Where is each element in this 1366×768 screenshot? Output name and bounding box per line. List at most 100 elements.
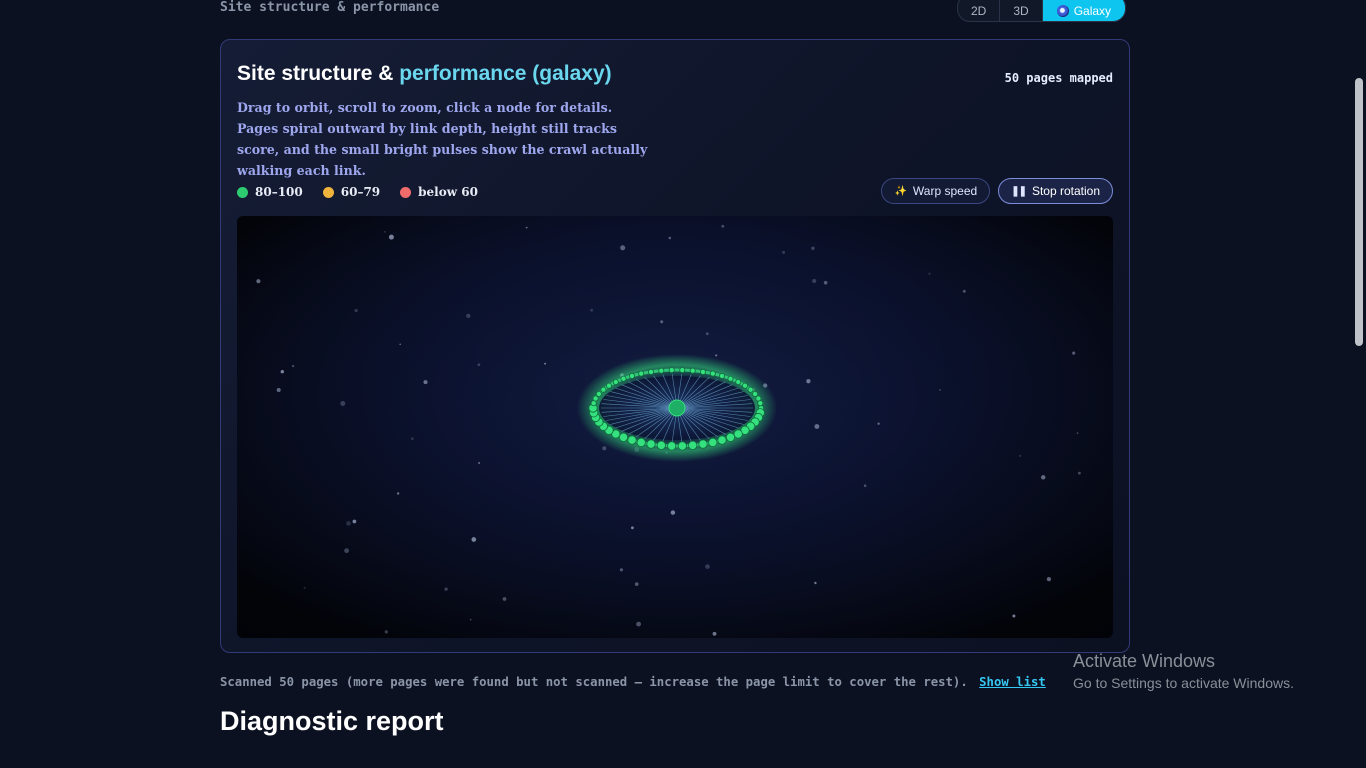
- star: [352, 519, 357, 524]
- star: [877, 422, 880, 425]
- legend-label-high: 80–100: [255, 185, 303, 199]
- legend-item-high: 80–100: [237, 185, 303, 199]
- star: [705, 332, 709, 336]
- star: [928, 272, 931, 275]
- scrollbar-thumb[interactable]: [1355, 78, 1363, 346]
- page-node[interactable]: [592, 395, 599, 402]
- page-node[interactable]: [620, 375, 627, 382]
- star: [602, 446, 607, 451]
- page-node[interactable]: [647, 368, 654, 375]
- view-galaxy-label: Galaxy: [1073, 3, 1112, 18]
- page-node[interactable]: [752, 390, 759, 397]
- star: [466, 313, 471, 319]
- page-node[interactable]: [727, 375, 734, 382]
- page-node[interactable]: [698, 439, 708, 449]
- page-node[interactable]: [708, 437, 718, 447]
- site-structure-card: Site structure & performance (galaxy) 50…: [220, 39, 1130, 653]
- star: [715, 354, 718, 357]
- page-node[interactable]: [595, 390, 602, 397]
- root-page-node[interactable]: [668, 399, 686, 417]
- galaxy-canvas[interactable]: [237, 216, 1113, 638]
- star: [630, 526, 634, 530]
- view-2d-button[interactable]: 2D: [958, 0, 1001, 21]
- star: [399, 343, 402, 346]
- legend-dot-green: [237, 186, 248, 198]
- page-node[interactable]: [628, 372, 635, 379]
- view-mode-toggle: 2D 3D Galaxy: [957, 0, 1127, 22]
- page-node[interactable]: [667, 441, 677, 451]
- star: [705, 564, 710, 569]
- galaxy-controls: ✨ Warp speed ❚❚ Stop rotation: [881, 178, 1113, 204]
- star: [383, 230, 386, 233]
- legend-dot-red: [400, 186, 412, 198]
- activate-windows-watermark: Activate Windows Go to Settings to activ…: [1073, 651, 1294, 691]
- page-node[interactable]: [699, 368, 706, 375]
- star: [410, 437, 414, 441]
- page-node[interactable]: [725, 432, 736, 442]
- scan-note-text: Scanned 50 pages (more pages were found …: [220, 675, 968, 689]
- star: [811, 246, 815, 250]
- score-legend: 80–100 60–79 below 60: [237, 185, 478, 199]
- page-node[interactable]: [612, 378, 619, 385]
- view-galaxy-button[interactable]: Galaxy: [1042, 0, 1126, 21]
- page-node[interactable]: [718, 372, 725, 379]
- star: [660, 320, 664, 324]
- card-title: Site structure & performance (galaxy): [237, 62, 612, 86]
- page-node[interactable]: [618, 432, 629, 442]
- star: [423, 380, 428, 385]
- page-node[interactable]: [688, 440, 698, 450]
- star: [444, 587, 448, 591]
- star: [502, 597, 507, 601]
- page-node[interactable]: [679, 367, 686, 374]
- scan-note: Scanned 50 pages (more pages were found …: [220, 675, 1046, 689]
- galaxy-cluster[interactable]: [577, 354, 777, 462]
- page-node[interactable]: [658, 367, 665, 374]
- star: [469, 618, 472, 621]
- view-3d-button[interactable]: 3D: [1000, 0, 1043, 21]
- star: [1012, 614, 1016, 618]
- page-node[interactable]: [668, 367, 675, 374]
- page-node[interactable]: [735, 378, 742, 385]
- page-node[interactable]: [627, 435, 637, 445]
- page-node[interactable]: [741, 382, 748, 389]
- page-node[interactable]: [747, 386, 754, 393]
- page-node[interactable]: [757, 400, 764, 407]
- star: [812, 278, 817, 284]
- page-node[interactable]: [656, 440, 666, 450]
- card-description: Drag to orbit, scroll to zoom, click a n…: [237, 100, 648, 178]
- page-scrollbar[interactable]: [1352, 0, 1366, 768]
- legend-dot-amber: [322, 186, 334, 198]
- warp-speed-button[interactable]: ✨ Warp speed: [881, 178, 991, 204]
- show-list-link[interactable]: Show list: [979, 675, 1046, 689]
- star: [939, 388, 942, 391]
- star: [863, 484, 867, 487]
- legend-item-low: below 60: [400, 185, 478, 199]
- page-node[interactable]: [636, 437, 646, 447]
- star: [814, 581, 817, 585]
- star: [712, 631, 717, 636]
- activate-windows-subtitle: Go to Settings to activate Windows.: [1073, 675, 1294, 691]
- galaxy-icon: [1056, 4, 1069, 17]
- star: [354, 308, 358, 313]
- page-node[interactable]: [605, 382, 612, 389]
- galaxy-visualization[interactable]: [237, 216, 1113, 638]
- star: [823, 280, 828, 285]
- star: [525, 226, 528, 229]
- star: [636, 621, 641, 627]
- page-node[interactable]: [717, 435, 727, 445]
- star: [1078, 471, 1081, 475]
- page-node[interactable]: [646, 439, 656, 449]
- warp-speed-label: Warp speed: [912, 184, 978, 198]
- stop-rotation-button[interactable]: ❚❚ Stop rotation: [998, 178, 1113, 204]
- star: [962, 289, 966, 293]
- page-node[interactable]: [677, 441, 687, 451]
- page-node[interactable]: [709, 370, 716, 377]
- star: [590, 308, 594, 312]
- star: [619, 568, 624, 572]
- star: [1076, 432, 1079, 434]
- page-node[interactable]: [733, 429, 743, 439]
- page-node[interactable]: [600, 386, 607, 393]
- page-node[interactable]: [638, 370, 645, 377]
- page-node[interactable]: [689, 367, 696, 374]
- legend-label-low: below 60: [418, 185, 478, 199]
